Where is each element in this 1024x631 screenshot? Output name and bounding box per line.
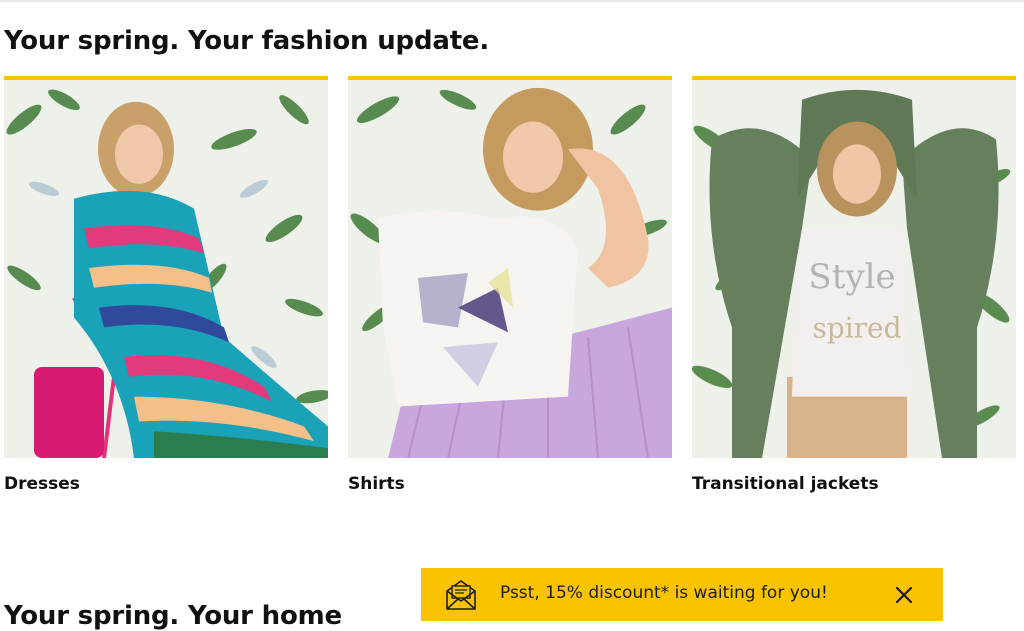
category-tile-transitional-jackets[interactable]: Style spired Transitional jackets	[692, 76, 1016, 494]
svg-text:Style: Style	[808, 257, 895, 296]
category-label-dresses[interactable]: Dresses	[4, 474, 80, 494]
section-title: Your spring. Your fashion update.	[4, 26, 490, 56]
discount-banner-text[interactable]: Psst, 15% discount* is waiting for you!	[500, 583, 828, 603]
category-tile-dresses[interactable]: Dresses	[4, 76, 328, 494]
category-image-transitional-jackets[interactable]: Style spired	[692, 76, 1016, 458]
category-image-shirts[interactable]	[348, 76, 672, 458]
category-label-transitional-jackets[interactable]: Transitional jackets	[692, 474, 879, 494]
category-label-shirts[interactable]: Shirts	[348, 474, 405, 494]
svg-text:spired: spired	[812, 311, 901, 344]
envelope-icon	[446, 580, 476, 610]
category-tile-shirts[interactable]: Shirts	[348, 76, 672, 494]
next-section-title: Your spring. Your home	[4, 601, 342, 631]
category-image-dresses[interactable]	[4, 76, 328, 458]
close-icon[interactable]	[894, 585, 914, 605]
top-divider	[0, 0, 1024, 2]
discount-banner[interactable]: Psst, 15% discount* is waiting for you!	[421, 568, 943, 621]
